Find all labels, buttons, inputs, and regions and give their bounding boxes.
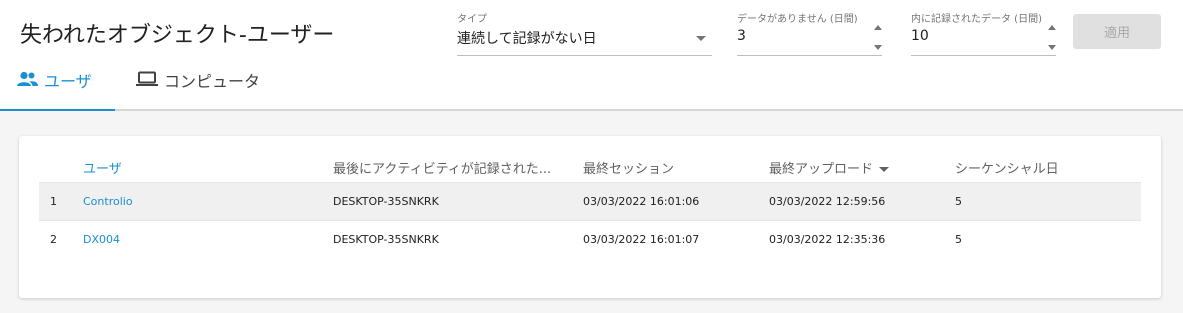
days-within-data-field[interactable]: 内に記録されたデータ (日間) 10 <box>911 10 1056 56</box>
tab-computers-label: コンピュータ <box>164 72 261 91</box>
days-without-data-label: データがありません (日間) <box>737 14 858 25</box>
row-index: 1 <box>50 195 57 208</box>
tab-computers[interactable]: コンピュータ <box>136 68 260 111</box>
last-session-cell: 03/03/2022 16:01:07 <box>583 233 700 246</box>
increment-icon[interactable] <box>874 25 882 30</box>
days-without-data-field[interactable]: データがありません (日間) 3 <box>737 10 882 56</box>
type-select-value: 連続して記録がない日 <box>457 31 597 47</box>
sequential-days-cell: 5 <box>955 195 962 208</box>
computer-cell: DESKTOP-35SNKRK <box>333 233 439 246</box>
row-index: 2 <box>50 233 57 246</box>
column-header-last-activity[interactable]: 最後にアクティビティが記録された... <box>333 158 551 177</box>
page-header: 失われたオブジェクト-ユーザー タイプ 連続して記録がない日 データがありません… <box>0 0 1183 111</box>
days-within-data-label: 内に記録されたデータ (日間) <box>911 14 1042 25</box>
sequential-days-cell: 5 <box>955 233 962 246</box>
user-link[interactable]: Controlio <box>83 195 133 208</box>
last-session-cell: 03/03/2022 16:01:06 <box>583 195 700 208</box>
column-header-user[interactable]: ユーザ <box>83 158 122 177</box>
page-title: 失われたオブジェクト-ユーザー <box>20 23 335 48</box>
decrement-icon[interactable] <box>1048 45 1056 50</box>
last-upload-cell: 03/03/2022 12:35:36 <box>769 233 886 246</box>
last-upload-cell: 03/03/2022 12:59:56 <box>769 195 886 208</box>
column-header-sequential-days[interactable]: シーケンシャル日 <box>955 158 1059 177</box>
table-row: 2 DX004 DESKTOP-35SNKRK 03/03/2022 16:01… <box>39 220 1141 258</box>
results-table: ユーザ 最後にアクティビティが記録された... 最終セッション 最終アップロード… <box>19 136 1161 298</box>
tab-users-label: ユーザ <box>44 72 92 91</box>
tab-users[interactable]: ユーザ <box>0 68 115 111</box>
sort-descending-icon <box>879 167 890 172</box>
user-link[interactable]: DX004 <box>83 233 120 246</box>
column-header-last-upload-label: 最終アップロード <box>769 162 874 177</box>
users-icon <box>17 71 38 86</box>
column-header-last-upload[interactable]: 最終アップロード <box>769 158 890 177</box>
chevron-down-icon <box>696 36 706 41</box>
table-row: 1 Controlio DESKTOP-35SNKRK 03/03/2022 1… <box>39 182 1141 220</box>
computer-cell: DESKTOP-35SNKRK <box>333 195 439 208</box>
increment-icon[interactable] <box>1048 25 1056 30</box>
column-header-last-session[interactable]: 最終セッション <box>583 158 674 177</box>
apply-button[interactable]: 適用 <box>1073 14 1161 49</box>
type-select-label: タイプ <box>457 14 487 25</box>
decrement-icon[interactable] <box>874 45 882 50</box>
days-within-data-value: 10 <box>911 28 929 44</box>
days-without-data-value: 3 <box>737 28 746 44</box>
laptop-icon <box>136 71 158 86</box>
type-select[interactable]: タイプ 連続して記録がない日 <box>457 10 712 56</box>
